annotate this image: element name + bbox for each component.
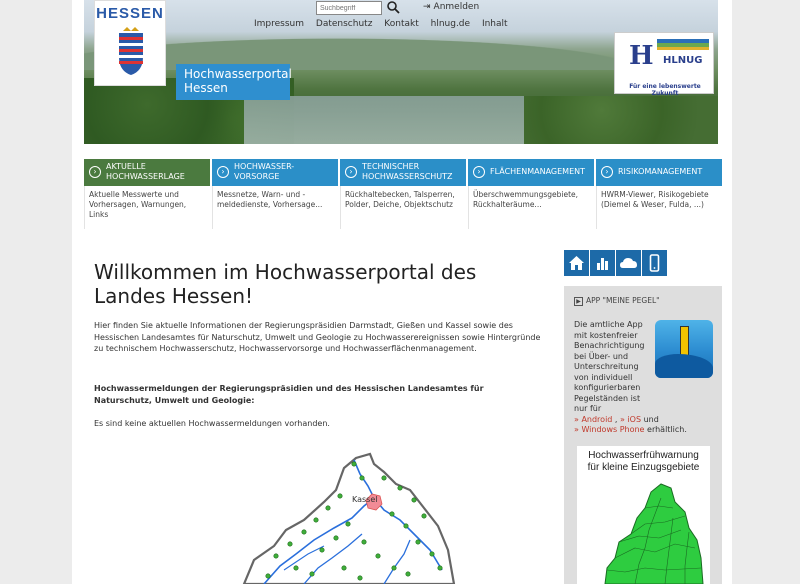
portal-title-badge[interactable]: Hochwasserportal Hessen — [176, 64, 292, 100]
home-icon[interactable] — [564, 250, 589, 276]
tab-hochwasservorsorge[interactable]: › HOCHWASSER- VORSORGE Messnetze, Warn- … — [212, 159, 338, 229]
tab-risikomanagement[interactable]: › RISIKOMANAGEMENT HWRM-Viewer, Risikoge… — [596, 159, 722, 229]
tab-subtitle: Aktuelle Messwerte und Vorhersagen, Warn… — [84, 186, 210, 229]
tab-technischer-hochwasserschutz[interactable]: › TECHNISCHER HOCHWASSERSCHUTZ Rückhalte… — [340, 159, 466, 229]
cloud-icon[interactable] — [616, 250, 641, 276]
tab-aktuelle-hochwasserlage[interactable]: › AKTUELLE HOCHWASSERLAGE Aktuelle Messw… — [84, 159, 210, 229]
map-city-label: Kassel — [352, 495, 378, 504]
warn-title-line1: Hochwasserfrühwarnung — [588, 450, 699, 461]
app-title: ▶ APP "MEINE PEGEL" — [574, 296, 660, 306]
chart-icon[interactable] — [590, 250, 615, 276]
hessen-logo-text: HESSEN — [96, 5, 164, 22]
play-icon: ▶ — [574, 297, 583, 306]
warn-title-line2: für kleine Einzugsgebiete — [587, 462, 700, 473]
chevron-right-icon: › — [601, 166, 613, 178]
tab-title-line1: FLÄCHENMANAGEMENT — [490, 167, 585, 176]
nav-impressum[interactable]: Impressum — [254, 19, 304, 29]
chevron-right-icon: › — [217, 166, 229, 178]
hlnug-tagline: Für eine lebenswerte Zukunft — [629, 83, 701, 97]
hessen-lion-icon — [119, 27, 143, 75]
nav-datenschutz[interactable]: Datenschutz — [316, 19, 373, 29]
tab-title-line2: VORSORGE — [234, 172, 280, 181]
intro-text: Hier finden Sie aktuelle Informationen d… — [94, 321, 541, 353]
hessen-logo[interactable]: HESSEN — [94, 0, 166, 86]
flood-warning-title: Hochwasserfrühwarnung für kleine Einzugs… — [579, 450, 708, 474]
chevron-right-icon: › — [89, 166, 101, 178]
login-icon: ⇥ — [423, 2, 431, 12]
app-title-text: APP "MEINE PEGEL" — [586, 296, 660, 305]
portal-title-line2: Hessen — [184, 81, 228, 95]
sidebar-quick-links — [564, 250, 668, 276]
hlnug-landscape-icon — [657, 39, 709, 50]
tab-subtitle: Messnetze, Warn- und -meldedienste, Vorh… — [212, 186, 338, 229]
hessen-gauge-map[interactable]: Kassel — [224, 450, 464, 584]
mobile-icon[interactable] — [642, 250, 667, 276]
page-title: Willkommen im Hochwasserportal des Lande… — [94, 260, 477, 308]
ios-link[interactable]: » iOS — [620, 415, 641, 424]
tab-title-line2: HOCHWASSERLAGE — [106, 172, 185, 181]
nav-inhalt[interactable]: Inhalt — [482, 19, 508, 29]
warning-region-map — [604, 483, 704, 584]
top-nav: Impressum Datenschutz Kontakt hlnug.de I… — [254, 19, 517, 29]
chevron-right-icon: › — [345, 166, 357, 178]
portal-title-line1: Hochwasserportal — [184, 67, 292, 81]
app-description: Die amtliche App mit kostenfreier Benach… — [574, 320, 687, 434]
nav-kontakt[interactable]: Kontakt — [384, 19, 418, 29]
und-text: und — [643, 414, 659, 424]
tab-title-line1: HOCHWASSER- — [234, 162, 295, 171]
search-input[interactable] — [316, 1, 382, 15]
hlnug-logo[interactable]: H HLNUG Für eine lebenswerte Zukunft — [614, 32, 714, 97]
main-tabs: › AKTUELLE HOCHWASSERLAGE Aktuelle Messw… — [84, 159, 722, 229]
hlnug-text: HLNUG — [663, 55, 703, 66]
tab-title-line2: HOCHWASSERSCHUTZ — [362, 172, 453, 181]
search-icon[interactable] — [386, 0, 400, 14]
app-text-end: erhältlich. — [647, 425, 687, 434]
main-content: Willkommen im Hochwasserportal des Lande… — [84, 250, 554, 584]
nav-hlnug[interactable]: hlnug.de — [431, 19, 470, 29]
tab-subtitle: Überschwemmungsgebiete, Rückhalteräume..… — [468, 186, 594, 229]
tab-flaechenmanagement[interactable]: › FLÄCHENMANAGEMENT Überschwemmungsgebie… — [468, 159, 594, 229]
tab-title-line1: TECHNISCHER — [362, 162, 420, 171]
chevron-right-icon: › — [473, 166, 485, 178]
android-link[interactable]: » Android — [574, 415, 612, 424]
tab-title-line1: AKTUELLE — [106, 162, 146, 171]
sidebar-panel: ▶ APP "MEINE PEGEL" Die amtliche App mit … — [564, 286, 722, 584]
login-label: Anmelden — [433, 2, 480, 12]
tab-subtitle: Rückhaltebecken, Talsperren, Polder, Dei… — [340, 186, 466, 229]
login-link[interactable]: ⇥ Anmelden — [423, 2, 479, 12]
windows-phone-link[interactable]: » Windows Phone — [574, 425, 644, 434]
no-notices-text: Es sind keine aktuellen Hochwassermeldun… — [94, 419, 330, 428]
notices-heading: Hochwassermeldungen der Regierungspräsid… — [94, 384, 484, 405]
tab-title-line1: RISIKOMANAGEMENT — [618, 167, 703, 176]
tab-subtitle: HWRM-Viewer, Risikogebiete (Diemel & Wes… — [596, 186, 722, 229]
app-text: Die amtliche App mit kostenfreier Benach… — [574, 320, 645, 413]
hlnug-h-letter: H — [629, 41, 654, 71]
flood-early-warning-box[interactable]: Hochwasserfrühwarnung für kleine Einzugs… — [577, 446, 710, 584]
